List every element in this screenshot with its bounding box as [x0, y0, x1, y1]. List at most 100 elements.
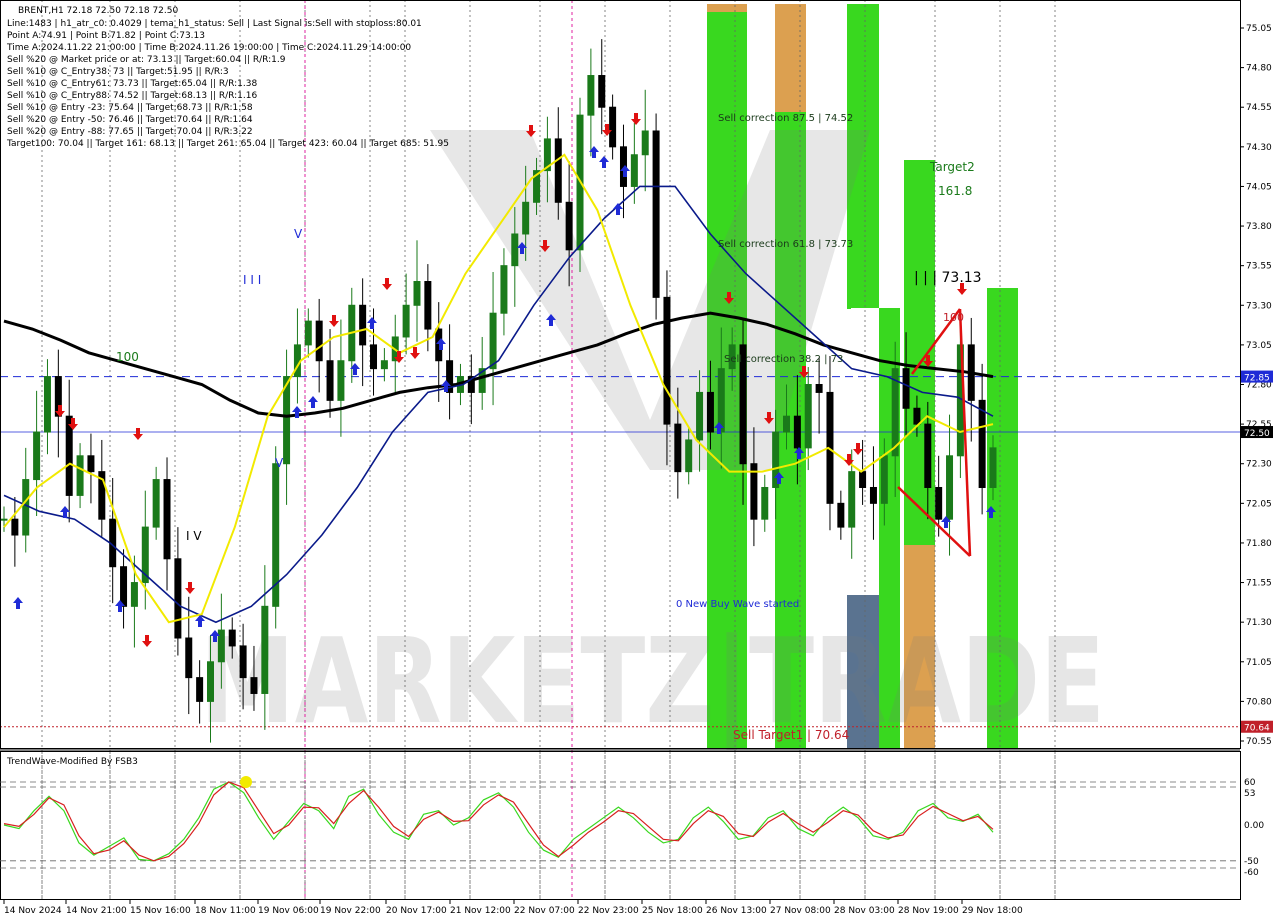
price-tick-label: 74.80	[1246, 64, 1272, 74]
candle-body	[239, 645, 247, 679]
info-line: Line:1483 | h1_atr_c0: 0.4029 | tema_h1_…	[7, 19, 422, 29]
time-tick-label: 14 Nov 2024	[4, 906, 62, 916]
osc-peak-marker	[240, 776, 252, 788]
candle-body	[859, 471, 867, 488]
candle-body	[130, 582, 138, 607]
time-tick-label: 25 Nov 18:00	[642, 906, 703, 916]
price-tick-label: 70.80	[1246, 697, 1272, 707]
candle-body	[76, 455, 84, 496]
candle-body	[598, 75, 606, 108]
candle-body	[413, 281, 421, 306]
price-marker-label: 70.64	[1244, 724, 1270, 734]
point-c-label: | | | 73.13	[914, 270, 982, 286]
candle-body	[685, 439, 693, 473]
candle-body	[228, 629, 236, 647]
price-tick-label: 72.05	[1246, 499, 1272, 509]
candle-body	[706, 391, 714, 433]
info-line: Sell %20 @ Entry -88: 77.65 || Target:70…	[7, 127, 253, 137]
wave-100-label: 100	[116, 350, 139, 364]
price-tick-label: 74.05	[1246, 182, 1272, 192]
candle-body	[424, 281, 432, 330]
price-tick-label: 73.55	[1246, 262, 1272, 272]
price-marker-label: 72.50	[1244, 429, 1270, 439]
info-line: Sell %10 @ C_Entry88: 74.52 || Target:68…	[7, 91, 257, 101]
candle-body	[837, 502, 845, 528]
sell-target1-label: Sell Target1 | 70.64	[733, 728, 849, 742]
candle-body	[402, 304, 410, 338]
candle-body	[500, 265, 508, 314]
candle-body	[261, 605, 269, 694]
candle-body	[696, 391, 704, 441]
info-line: Target100: 70.04 || Target 161: 68.13 ||…	[6, 139, 449, 149]
candle-body	[217, 629, 225, 663]
candle-body	[185, 637, 193, 679]
price-tick-label: 71.55	[1246, 579, 1272, 589]
candle-body	[33, 431, 41, 481]
sell-correction-875-label: Sell correction 87.5 | 74.52	[718, 113, 853, 124]
trading-chart[interactable]: MARKETZ|TRADE BRENT,H1 72.18 72.50 72.18…	[0, 0, 1280, 920]
candle-body	[978, 399, 986, 488]
candle-body	[380, 360, 388, 370]
oscillator-axis: 6053 0.00 -50-60	[1244, 778, 1264, 878]
price-tick-label: 73.30	[1246, 301, 1272, 311]
point-100b-label: 100	[943, 311, 964, 324]
candle-body	[848, 471, 856, 528]
target2-label: Target2	[929, 160, 975, 174]
candle-body	[522, 201, 530, 235]
candle-body	[337, 360, 345, 401]
info-line: Sell %10 @ C_Entry61: 73.73 || Target:65…	[7, 79, 257, 89]
price-tick-label: 74.55	[1246, 103, 1272, 113]
price-tick-label: 70.55	[1246, 737, 1272, 747]
candle-body	[87, 455, 95, 473]
candle-body	[989, 447, 997, 488]
time-tick-label: 29 Nov 18:00	[962, 906, 1023, 916]
candle-body	[554, 138, 562, 203]
wave-v-label: V	[294, 227, 303, 241]
time-tick-label: 22 Nov 23:00	[578, 906, 639, 916]
time-tick-label: 19 Nov 06:00	[258, 906, 319, 916]
candle-body	[913, 407, 921, 425]
candle-body	[880, 455, 888, 504]
fib-1618-label: 161.8	[938, 184, 972, 198]
price-tick-label: 71.80	[1246, 539, 1272, 549]
osc-tick-label: 0.00	[1244, 821, 1264, 831]
sell-correction-382-label: Sell correction 38.2 | 73	[724, 354, 843, 365]
candle-body	[565, 201, 573, 251]
candle-body	[43, 376, 51, 433]
price-tick-label: 75.05	[1246, 24, 1272, 34]
time-tick-label: 22 Nov 07:00	[514, 906, 575, 916]
candle-body	[761, 486, 769, 520]
target-zone	[707, 4, 747, 12]
price-tick-label: 74.30	[1246, 143, 1272, 153]
candle-body	[22, 479, 30, 536]
candle-body	[674, 423, 682, 473]
time-axis: 14 Nov 2024 14 Nov 21:00 15 Nov 16:00 18 No…	[3, 900, 1023, 916]
time-tick-label: 21 Nov 12:00	[450, 906, 511, 916]
info-line: Sell %20 @ Entry -50: 76.46 || Target:70…	[7, 115, 253, 125]
osc-tick-label: 53	[1244, 789, 1255, 799]
time-tick-label: 27 Nov 08:00	[770, 906, 831, 916]
chart-svg[interactable]: MARKETZ|TRADE BRENT,H1 72.18 72.50 72.18…	[0, 0, 1280, 920]
time-tick-label: 28 Nov 19:00	[898, 906, 959, 916]
price-tick-label: 71.05	[1246, 658, 1272, 668]
time-tick-label: 18 Nov 11:00	[195, 906, 256, 916]
candle-body	[652, 130, 660, 298]
candle-body	[641, 130, 649, 156]
candle-body	[11, 518, 19, 536]
candle-body	[815, 384, 823, 393]
symbol-line: BRENT,H1 72.18 72.50 72.18 72.50	[18, 6, 178, 16]
candle-body	[793, 415, 801, 449]
indicator-pane-background	[0, 752, 1240, 900]
price-tick-label: 71.30	[1246, 618, 1272, 628]
candle-body	[326, 360, 334, 401]
candle-body	[304, 320, 312, 346]
candle-body	[152, 479, 160, 528]
time-tick-label: 15 Nov 16:00	[130, 906, 191, 916]
candle-body	[196, 677, 204, 702]
candle-body	[359, 304, 367, 346]
wave-iv-label: I V	[186, 529, 202, 543]
candle-body	[206, 661, 214, 702]
info-line: Sell %10 @ C_Entry38: 73 || Target:51.95…	[7, 67, 229, 77]
wave-v2-label: V	[275, 456, 284, 470]
new-buy-wave-label: 0 New Buy Wave started	[676, 599, 799, 610]
